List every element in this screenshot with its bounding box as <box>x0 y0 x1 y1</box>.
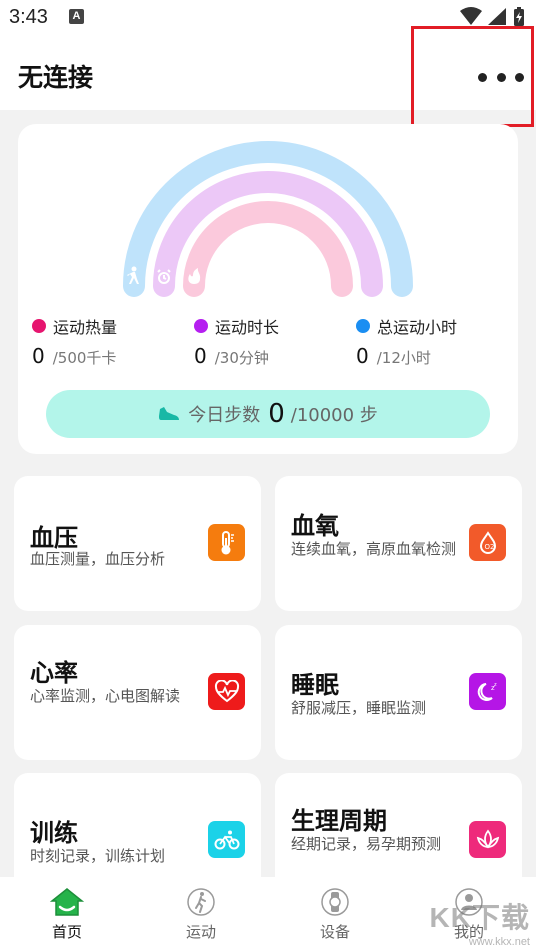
tab-device[interactable]: 设备 <box>268 877 402 952</box>
more-options-button[interactable] <box>478 66 524 88</box>
card-subtitle: 血压测量，血压分析 <box>30 550 166 568</box>
card-sleep[interactable]: 睡眠 舒服减压，睡眠监测 zz <box>275 625 522 760</box>
wifi-icon <box>460 7 482 25</box>
page-title: 无连接 <box>18 63 94 92</box>
heart-rate-icon <box>208 673 245 710</box>
legend-total-hours: 总运动小时 0/12小时 <box>356 314 457 374</box>
legend-value: 0 <box>194 344 207 368</box>
thermometer-icon <box>208 524 245 561</box>
legend-calories: 运动热量 0/500千卡 <box>32 314 117 374</box>
system-status-icons <box>460 7 524 26</box>
notification-icon: A <box>69 9 84 24</box>
legend-unit: /500千卡 <box>52 349 117 367</box>
watermark-url: www.kkx.net <box>468 936 530 948</box>
tab-home[interactable]: 首页 <box>0 877 134 952</box>
calories-ring <box>183 201 353 297</box>
svg-text:O2: O2 <box>484 543 494 551</box>
runner-icon <box>187 888 215 916</box>
activity-summary-card: 运动热量 0/500千卡 运动时长 0/30分钟 总运动小时 0/12小时 今日… <box>18 124 518 454</box>
card-title: 生理周期 <box>291 807 387 835</box>
duration-dot <box>194 319 208 333</box>
legend-value: 0 <box>356 344 369 368</box>
legend-unit: /30分钟 <box>214 349 269 367</box>
tab-label: 首页 <box>51 923 82 941</box>
legend-label: 总运动小时 <box>377 318 458 337</box>
home-icon <box>49 888 85 916</box>
legend-label: 运动时长 <box>215 318 280 337</box>
card-subtitle: 经期记录，易孕期预测 <box>291 835 442 853</box>
card-title: 训练 <box>30 819 78 847</box>
lotus-icon <box>469 821 506 858</box>
bicycle-icon <box>208 821 245 858</box>
activity-rainbow <box>123 141 413 297</box>
card-heart-rate[interactable]: 心率 心率监测，心电图解读 <box>14 625 261 760</box>
legend-label: 运动热量 <box>53 318 118 337</box>
watermark-brand: KK下载 <box>429 902 530 933</box>
app-bar: 无连接 <box>0 38 536 110</box>
card-blood-oxygen[interactable]: 血氧 连续血氧，高原血氧检测 O2 <box>275 476 522 611</box>
card-blood-pressure[interactable]: 血压 血压测量，血压分析 <box>14 476 261 611</box>
card-subtitle: 舒服减压，睡眠监测 <box>291 699 427 717</box>
steps-label: 今日步数 <box>188 405 261 426</box>
status-bar: 3:43 A <box>0 0 536 38</box>
watermark: KK下载 www.kkx.net <box>430 896 530 948</box>
tab-sport[interactable]: 运动 <box>134 877 268 952</box>
card-subtitle: 时刻记录，训练计划 <box>30 847 166 865</box>
watch-icon <box>321 888 349 916</box>
steps-value: 0 <box>268 399 285 429</box>
legend-unit: /12小时 <box>376 349 431 367</box>
total-hours-dot <box>356 319 370 333</box>
card-title: 心率 <box>30 659 78 687</box>
card-title: 睡眠 <box>291 671 339 699</box>
tab-label: 运动 <box>185 923 216 941</box>
card-title: 血氧 <box>291 512 339 540</box>
today-steps-bar[interactable]: 今日步数 0 /10000 步 <box>46 390 490 438</box>
shoe-icon <box>159 407 180 420</box>
cellular-icon <box>488 8 506 25</box>
moon-icon: zz <box>469 673 506 710</box>
calories-dot <box>32 319 46 333</box>
steps-unit: /10000 步 <box>290 405 378 426</box>
tab-label: 设备 <box>319 923 350 941</box>
legend-value: 0 <box>32 344 45 368</box>
status-time: 3:43 <box>9 6 48 28</box>
card-subtitle: 连续血氧，高原血氧检测 <box>291 540 457 558</box>
card-subtitle: 心率监测，心电图解读 <box>30 687 181 705</box>
more-horizontal-icon <box>478 72 487 82</box>
legend-duration: 运动时长 0/30分钟 <box>194 314 279 374</box>
svg-text:z: z <box>494 682 497 688</box>
oxygen-drop-icon: O2 <box>469 524 506 561</box>
